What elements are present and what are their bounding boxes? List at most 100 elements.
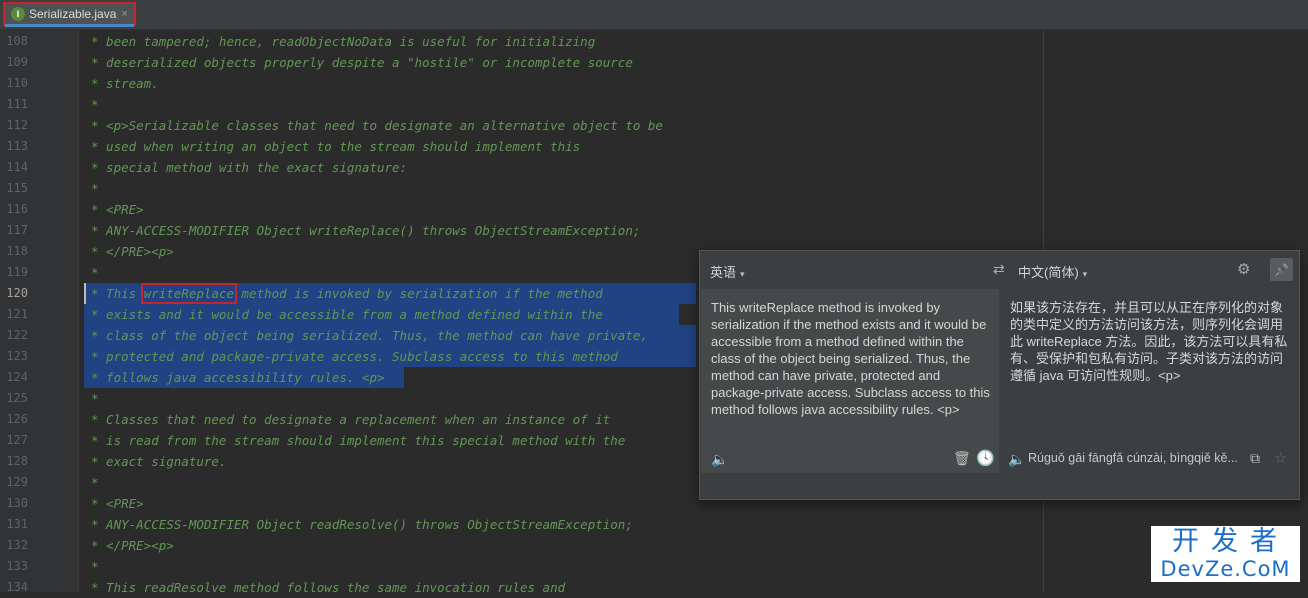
code-text: * is read from the stream should impleme…	[91, 433, 626, 448]
gear-icon[interactable]: ⚙	[1237, 260, 1250, 278]
line-number: 118	[6, 244, 28, 258]
code-line[interactable]: 115 *	[0, 178, 1308, 199]
java-interface-icon: I	[11, 7, 25, 21]
code-text: * class of the object being serialized. …	[91, 328, 648, 343]
code-text: *	[91, 475, 99, 490]
target-language-select[interactable]: 中文(简体) ▾	[1018, 262, 1087, 281]
line-number: 134	[6, 580, 28, 594]
line-number: 124	[6, 370, 28, 384]
code-line[interactable]: 116 * <PRE>	[0, 199, 1308, 220]
tab-serializable-java[interactable]: I Serializable.java ×	[3, 2, 136, 26]
line-number: 133	[6, 559, 28, 573]
devze-watermark-logo: 开发者 DevZe.CoM	[1151, 526, 1300, 582]
line-number: 125	[6, 391, 28, 405]
line-number: 116	[6, 202, 28, 216]
transliteration-text: Rúguǒ gāi fāngfǎ cúnzài, bìngqiě kě...	[1028, 451, 1238, 465]
code-line[interactable]: 133 *	[0, 556, 1308, 577]
translated-text: 如果该方法存在，并且可以从正在序列化的对象的类中定义的方法访问该方法，则序列化会…	[1010, 300, 1288, 383]
code-line[interactable]: 117 * ANY-ACCESS-MODIFIER Object writeRep…	[0, 220, 1308, 241]
line-number: 115	[6, 181, 28, 195]
code-line[interactable]: 109 * deserialized objects properly despi…	[0, 52, 1308, 73]
chevron-down-icon: ▾	[740, 269, 745, 279]
code-text: * <PRE>	[91, 202, 144, 217]
history-icon[interactable]: 🕓	[976, 449, 995, 467]
target-text-panel: 如果该方法存在，并且可以从正在序列化的对象的类中定义的方法访问该方法，则序列化会…	[1000, 289, 1299, 473]
speaker-icon[interactable]: 🔈	[1008, 451, 1025, 468]
source-text-panel: This writeReplace method is invoked by s…	[701, 289, 999, 473]
line-number: 111	[6, 97, 28, 111]
code-text: * </PRE><p>	[91, 244, 174, 259]
code-text: * This readResolve method follows the sa…	[91, 580, 566, 595]
editor-tab-bar: I Serializable.java ×	[0, 0, 1308, 30]
translation-header: 英语 ▾ ⇄ 中文(简体) ▾ ⚙ 📌	[700, 251, 1299, 287]
code-text: *	[91, 559, 99, 574]
line-number: 127	[6, 433, 28, 447]
trash-icon[interactable]: 🗑	[953, 450, 971, 467]
line-number: 132	[6, 538, 28, 552]
star-icon[interactable]: ☆	[1274, 449, 1287, 467]
line-number: 129	[6, 475, 28, 489]
code-text: * used when writing an object to the str…	[91, 139, 581, 154]
code-text: *	[91, 97, 99, 112]
code-line[interactable]: 108 * been tampered; hence, readObjectNoD…	[0, 31, 1308, 52]
code-text: * deserialized objects properly despite …	[91, 55, 633, 70]
target-language-label: 中文(简体)	[1018, 265, 1079, 280]
line-number: 123	[6, 349, 28, 363]
swap-languages-icon[interactable]: ⇄	[993, 261, 1005, 278]
code-text: * exact signature.	[91, 454, 227, 469]
line-number: 121	[6, 307, 28, 321]
code-line[interactable]: 111 *	[0, 94, 1308, 115]
close-icon[interactable]: ×	[121, 8, 127, 20]
line-number: 109	[6, 55, 28, 69]
code-text: *	[91, 391, 99, 406]
code-text: * Classes that need to designate a repla…	[91, 412, 611, 427]
code-line[interactable]: 110 * stream.	[0, 73, 1308, 94]
code-text: * exists and it would be accessible from…	[91, 307, 603, 322]
line-number: 112	[6, 118, 28, 132]
code-line[interactable]: 112 * <p>Serializable classes that need t…	[0, 115, 1308, 136]
watermark-en: DevZe.CoM	[1160, 557, 1291, 581]
speaker-icon[interactable]: 🔈	[711, 451, 728, 468]
code-line[interactable]: 114 * special method with the exact signa…	[0, 157, 1308, 178]
code-text-segment: * This	[91, 286, 144, 301]
chevron-down-icon: ▾	[1082, 269, 1088, 279]
code-text: *	[91, 265, 99, 280]
source-language-label: 英语	[710, 265, 737, 280]
highlighted-word-write-replace: writeReplace	[140, 283, 238, 304]
pin-button[interactable]: 📌	[1270, 258, 1293, 281]
source-text[interactable]: This writeReplace method is invoked by s…	[711, 299, 993, 418]
line-number: 120	[6, 286, 28, 300]
watermark-cn: 开发者	[1172, 526, 1289, 557]
copy-icon[interactable]: ⧉	[1250, 450, 1260, 467]
line-number: 113	[6, 139, 28, 153]
line-number: 108	[6, 34, 28, 48]
active-tab-indicator	[5, 24, 134, 27]
line-number: 117	[6, 223, 28, 237]
line-number: 119	[6, 265, 28, 279]
code-text: * </PRE><p>	[91, 538, 174, 553]
code-text-segment: method is invoked by serialization if th…	[234, 286, 603, 301]
code-text: * This writeReplace method is invoked by…	[91, 283, 603, 304]
tab-label: Serializable.java	[29, 7, 117, 21]
text-caret	[84, 283, 86, 304]
line-number: 110	[6, 76, 28, 90]
code-text: *	[91, 181, 99, 196]
code-line[interactable]: 134 * This readResolve method follows the…	[0, 577, 1308, 598]
line-number: 126	[6, 412, 28, 426]
source-language-select[interactable]: 英语 ▾	[710, 262, 745, 281]
line-number: 114	[6, 160, 28, 174]
code-text: * <PRE>	[91, 496, 144, 511]
line-number: 130	[6, 496, 28, 510]
code-text: * protected and package-private access. …	[91, 349, 618, 364]
code-line[interactable]: 131 * ANY-ACCESS-MODIFIER Object readReso…	[0, 514, 1308, 535]
code-text: * ANY-ACCESS-MODIFIER Object readResolve…	[91, 517, 633, 532]
code-line[interactable]: 113 * used when writing an object to the …	[0, 136, 1308, 157]
code-text: * follows java accessibility rules. <p>	[91, 370, 385, 385]
code-text: * special method with the exact signatur…	[91, 160, 408, 175]
code-text: * ANY-ACCESS-MODIFIER Object writeReplac…	[91, 223, 641, 238]
code-line[interactable]: 132 * </PRE><p>	[0, 535, 1308, 556]
code-text: * <p>Serializable classes that need to d…	[91, 118, 663, 133]
code-text: * stream.	[91, 76, 159, 91]
line-number: 122	[6, 328, 28, 342]
line-number: 128	[6, 454, 28, 468]
